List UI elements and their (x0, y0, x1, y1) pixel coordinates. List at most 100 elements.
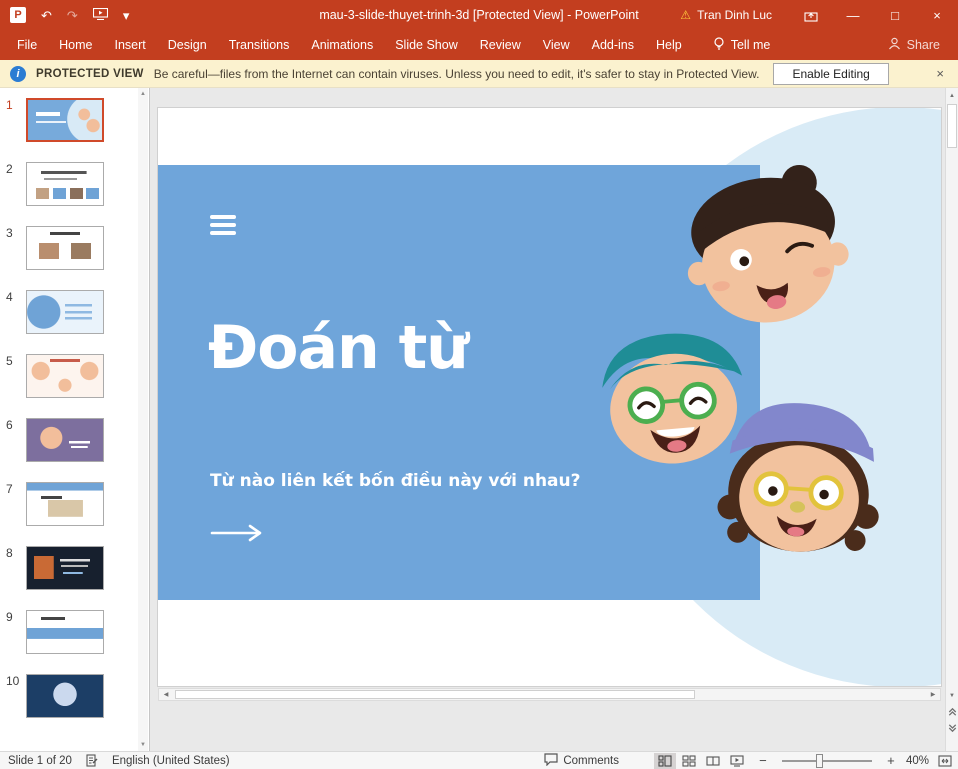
thumbnail-row: 5 (6, 354, 149, 398)
comments-button[interactable]: Comments (544, 753, 619, 769)
thumbnail-row: 2 (6, 162, 149, 206)
tab-transitions[interactable]: Transitions (218, 30, 301, 60)
zoom-slider[interactable] (782, 760, 872, 762)
redo-icon[interactable]: ↷ (67, 9, 78, 22)
slide-title[interactable]: Đoán từ (208, 313, 468, 383)
thumbnail-art (27, 355, 103, 397)
scroll-up-icon[interactable]: ▲ (946, 88, 958, 103)
ribbon-display-options-icon[interactable] (790, 0, 832, 30)
slide-thumbnail-10[interactable] (26, 674, 104, 718)
thumbnail-row: 9 (6, 610, 149, 654)
slide-thumbnail-9[interactable] (26, 610, 104, 654)
account-name: Tran Dinh Luc (697, 8, 772, 22)
scroll-down-icon[interactable]: ▼ (946, 688, 958, 703)
reading-view-icon[interactable] (702, 753, 724, 769)
slide-thumbnail-5[interactable] (26, 354, 104, 398)
slide-thumbnail-7[interactable] (26, 482, 104, 526)
vertical-scrollbar-thumb[interactable] (947, 104, 957, 148)
powerpoint-app-icon[interactable]: P (10, 7, 26, 23)
thumbnail-row: 4 (6, 290, 149, 334)
share-button[interactable]: Share (888, 37, 958, 53)
slide-indicator: Slide 1 of 20 (8, 755, 72, 767)
slide-sorter-view-icon[interactable] (678, 753, 700, 769)
account-area[interactable]: ⚠ Tran Dinh Luc (680, 8, 772, 22)
protected-view-message: Be careful—files from the Internet can c… (154, 67, 760, 81)
workspace: 1 2 3 4 5 6 7 (0, 88, 958, 751)
tab-insert[interactable]: Insert (104, 30, 157, 60)
tab-help[interactable]: Help (645, 30, 693, 60)
account-warning-icon: ⚠ (680, 8, 691, 22)
horizontal-scrollbar[interactable]: ◀ ▶ (158, 688, 941, 701)
slide-thumbnail-1[interactable] (26, 98, 104, 142)
maximize-button[interactable]: □ (874, 0, 916, 30)
undo-icon[interactable]: ↶ (41, 9, 52, 22)
thumbnail-row: 1 (6, 98, 149, 142)
thumbnail-row: 7 (6, 482, 149, 526)
tab-file[interactable]: File (6, 30, 48, 60)
quick-access-toolbar: P ↶ ↷ ▾ (0, 7, 129, 23)
zoom-out-button[interactable]: − (757, 753, 769, 768)
thumbnail-art (27, 547, 103, 589)
start-slideshow-icon[interactable] (93, 8, 108, 22)
ribbon-tab-bar: File Home Insert Design Transitions Anim… (0, 30, 958, 60)
tab-add-ins[interactable]: Add-ins (581, 30, 645, 60)
thumbnail-art (27, 483, 103, 525)
tab-view[interactable]: View (532, 30, 581, 60)
proofing-icon[interactable] (86, 754, 98, 767)
thumbnail-pane-scrollbar[interactable]: ▲ ▼ (138, 88, 148, 751)
minimize-button[interactable]: — (832, 0, 874, 30)
language-indicator[interactable]: English (United States) (112, 755, 230, 767)
tab-review[interactable]: Review (469, 30, 532, 60)
zoom-in-button[interactable]: + (885, 753, 897, 768)
previous-slide-icon[interactable] (946, 704, 958, 719)
scroll-down-icon[interactable]: ▼ (140, 742, 146, 748)
lightbulb-icon (713, 37, 725, 54)
slide-thumbnail-2[interactable] (26, 162, 104, 206)
info-shield-icon: i (10, 66, 26, 82)
thumbnail-art (27, 163, 103, 205)
scroll-up-icon[interactable]: ▲ (140, 91, 146, 97)
slide-canvas[interactable]: Đoán từ Từ nào liên kết bốn điều này với… (158, 108, 941, 686)
thumbnail-art (27, 611, 103, 653)
scroll-right-icon[interactable]: ▶ (926, 689, 940, 700)
powerpoint-window: P ↶ ↷ ▾ mau-3-slide-thuyet-trinh-3d [Pro… (0, 0, 958, 769)
title-bar-right: ⚠ Tran Dinh Luc — □ × (680, 0, 958, 30)
vertical-scrollbar[interactable]: ▲ ▼ (945, 88, 958, 751)
slide-thumbnail-3[interactable] (26, 226, 104, 270)
enable-editing-button[interactable]: Enable Editing (773, 63, 888, 85)
hamburger-menu-icon (210, 215, 236, 239)
slide-subtitle[interactable]: Từ nào liên kết bốn điều này với nhau? (210, 471, 581, 491)
slide-number: 8 (6, 546, 26, 590)
zoom-slider-thumb[interactable] (816, 754, 823, 768)
thumbnail-row: 3 (6, 226, 149, 270)
thumbnail-row: 10 (6, 674, 149, 718)
slide-thumbnail-8[interactable] (26, 546, 104, 590)
tab-design[interactable]: Design (157, 30, 218, 60)
protected-view-bar: i PROTECTED VIEW Be careful—files from t… (0, 60, 958, 88)
thumbnail-row: 6 (6, 418, 149, 462)
slide-number: 1 (6, 98, 26, 142)
thumbnail-art (27, 419, 103, 461)
tab-home[interactable]: Home (48, 30, 103, 60)
thumbnail-art (27, 675, 103, 717)
slide-number: 10 (6, 674, 26, 718)
normal-view-icon[interactable] (654, 753, 676, 769)
slide-number: 7 (6, 482, 26, 526)
slide-thumbnail-6[interactable] (26, 418, 104, 462)
fit-slide-to-window-icon[interactable] (938, 755, 952, 767)
zoom-level[interactable]: 40% (906, 755, 929, 767)
close-button[interactable]: × (916, 0, 958, 30)
slide-number: 5 (6, 354, 26, 398)
customize-qat-dropdown-icon[interactable]: ▾ (123, 9, 130, 22)
slideshow-view-icon[interactable] (726, 753, 748, 769)
tab-slide-show[interactable]: Slide Show (384, 30, 469, 60)
horizontal-scrollbar-thumb[interactable] (175, 690, 695, 699)
scroll-left-icon[interactable]: ◀ (159, 689, 173, 700)
next-slide-icon[interactable] (946, 720, 958, 735)
tell-me-box[interactable]: Tell me (701, 37, 783, 54)
person-icon (888, 37, 901, 53)
status-bar-right: Comments − + 40% (544, 753, 958, 769)
tab-animations[interactable]: Animations (300, 30, 384, 60)
message-bar-close-icon[interactable]: × (936, 66, 944, 81)
slide-thumbnail-4[interactable] (26, 290, 104, 334)
